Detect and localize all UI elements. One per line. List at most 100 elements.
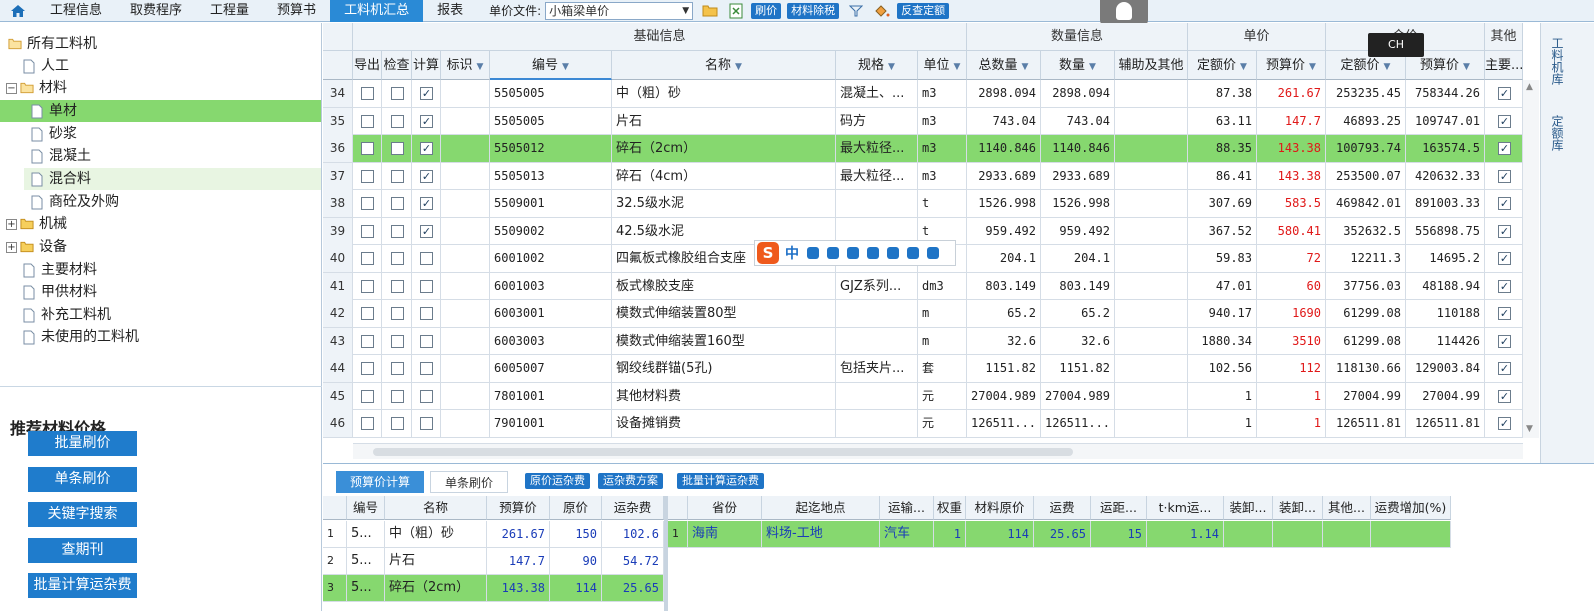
checkbox-cell[interactable]	[353, 355, 382, 382]
table-cell[interactable]: 27004.989	[1041, 382, 1115, 410]
checkbox[interactable]	[391, 197, 404, 210]
checkbox[interactable]	[391, 252, 404, 265]
table-cell[interactable]: 5...	[347, 521, 385, 547]
table-cell[interactable]: 1526.998	[1041, 190, 1115, 217]
query-journal-button[interactable]: 查期刊	[28, 538, 137, 563]
table-cell[interactable]: 1140.846	[1041, 135, 1115, 162]
table-cell[interactable]: 5509002	[490, 217, 612, 245]
checkbox[interactable]	[391, 307, 404, 320]
table-cell[interactable]	[441, 272, 490, 300]
checkbox[interactable]: ✓	[420, 87, 433, 100]
table-cell[interactable]: 5509001	[490, 190, 612, 217]
table-cell[interactable]: 32.6	[967, 327, 1041, 355]
table-cell[interactable]: 147.7	[1257, 107, 1326, 135]
col-name[interactable]: 名称 ▼	[612, 51, 836, 80]
checkbox-cell[interactable]: ✓	[412, 217, 441, 245]
checkbox[interactable]: ✓	[1498, 417, 1511, 430]
table-cell[interactable]: 367.52	[1188, 217, 1257, 245]
table-cell[interactable]: 90	[550, 548, 602, 574]
table-cell[interactable]	[1115, 107, 1188, 135]
checkbox[interactable]	[420, 334, 433, 348]
checkbox-cell[interactable]	[382, 300, 412, 327]
checkbox-cell[interactable]	[382, 190, 412, 217]
checkbox[interactable]	[361, 197, 374, 210]
table-cell[interactable]: 307.69	[1188, 190, 1257, 217]
table-cell[interactable]: m3	[918, 135, 967, 162]
checkbox[interactable]: ✓	[1498, 362, 1511, 375]
checkbox-cell[interactable]	[412, 355, 441, 382]
checkbox-cell[interactable]: ✓	[1485, 135, 1523, 162]
table-cell[interactable]: 2898.094	[1041, 80, 1115, 107]
checkbox-cell[interactable]	[353, 300, 382, 327]
table-cell[interactable]	[441, 217, 490, 245]
checkbox[interactable]	[391, 362, 404, 375]
table-cell[interactable]: 102.6	[602, 521, 664, 547]
checkbox-cell[interactable]: ✓	[412, 162, 441, 190]
table-cell[interactable]: 147.7	[487, 548, 550, 574]
checkbox-cell[interactable]	[353, 135, 382, 162]
checkbox-cell[interactable]	[382, 107, 412, 135]
table-cell[interactable]	[1115, 410, 1188, 437]
table-cell[interactable]: t	[918, 190, 967, 217]
checkbox-cell[interactable]	[382, 80, 412, 107]
tab-material-library[interactable]: 工料机库	[1543, 37, 1564, 85]
tab-project-info[interactable]: 工程信息	[36, 0, 116, 22]
checkbox-cell[interactable]: ✓	[412, 80, 441, 107]
checkbox[interactable]	[361, 224, 374, 238]
table-cell[interactable]: 143.38	[1257, 162, 1326, 190]
checkbox[interactable]: ✓	[1498, 114, 1511, 128]
checkbox-cell[interactable]: ✓	[1485, 80, 1523, 107]
ime-language-indicator[interactable]: CH	[1368, 33, 1424, 57]
table-cell[interactable]: 61299.08	[1326, 300, 1406, 327]
table-row[interactable]: 41 6001003 板式橡胶支座 GJZ系列... dm3 803.149 803.149…	[323, 272, 1523, 300]
table-cell[interactable]: 803.149	[1041, 272, 1115, 300]
table-cell[interactable]: m3	[918, 107, 967, 135]
table-cell[interactable]: 1151.82	[967, 355, 1041, 382]
tree-item-ready-mix[interactable]: 商砼及外购	[30, 191, 119, 213]
checkbox-cell[interactable]: ✓	[412, 135, 441, 162]
checkbox-cell[interactable]: ✓	[1485, 162, 1523, 190]
table-cell[interactable]: 253235.45	[1326, 80, 1406, 107]
table-cell[interactable]: 码方	[836, 107, 918, 135]
table-cell[interactable]: 803.149	[967, 272, 1041, 300]
col-qty[interactable]: 数量 ▼	[1041, 51, 1115, 80]
checkbox[interactable]	[391, 142, 404, 155]
table-cell[interactable]: 126511.81	[1326, 410, 1406, 437]
excel-icon[interactable]	[727, 2, 745, 20]
tree-item-unused[interactable]: 未使用的工料机	[22, 326, 139, 348]
checkbox[interactable]	[420, 307, 433, 320]
table-cell[interactable]: 片石	[385, 548, 487, 574]
freight-row[interactable]: 1 海南 料场-工地 汽车 1 114 25.65 15 1.14	[668, 521, 1451, 548]
col-aux-other[interactable]: 辅助及其他	[1115, 51, 1188, 80]
checkbox[interactable]	[420, 279, 433, 293]
col-name[interactable]: 名称	[385, 496, 487, 520]
table-cell[interactable]: 元	[918, 410, 967, 437]
table-cell[interactable]: 2933.689	[967, 162, 1041, 190]
horizontal-scrollbar[interactable]	[353, 443, 1523, 459]
checkbox-cell[interactable]	[412, 327, 441, 355]
table-cell[interactable]: 5505012	[490, 135, 612, 162]
table-cell[interactable]	[1115, 300, 1188, 327]
table-row[interactable]: 34 ✓ 5505005 中（粗）砂 混凝土、... m3 2898.094 2898.094…	[323, 80, 1523, 108]
table-cell[interactable]: 25.65	[602, 575, 664, 601]
collapse-icon[interactable]: −	[6, 82, 17, 94]
checkbox-cell[interactable]: ✓	[1485, 327, 1523, 355]
checkbox-cell[interactable]	[382, 327, 412, 355]
filter-dropdown-icon[interactable]: ▼	[888, 62, 895, 72]
checkbox-cell[interactable]: ✓	[1485, 190, 1523, 217]
filter-dropdown-icon[interactable]: ▼	[1463, 62, 1470, 72]
table-cell[interactable]: 556898.75	[1406, 217, 1485, 245]
table-cell[interactable]	[1115, 382, 1188, 410]
user-icon[interactable]	[887, 247, 899, 259]
col-total-qty[interactable]: 总数量 ▼	[967, 51, 1041, 80]
col-material-original-price[interactable]: 材料原价	[966, 496, 1034, 520]
keyboard-icon[interactable]	[867, 247, 879, 259]
table-cell[interactable]: 60	[1257, 272, 1326, 300]
table-cell[interactable]	[441, 382, 490, 410]
tree-item-machinery[interactable]: + 机械	[6, 213, 67, 235]
scroll-thumb[interactable]	[373, 448, 1073, 456]
checkbox[interactable]	[420, 417, 433, 430]
table-cell[interactable]: 118130.66	[1326, 355, 1406, 382]
table-cell[interactable]: 63.11	[1188, 107, 1257, 135]
checkbox-cell[interactable]: ✓	[1485, 107, 1523, 135]
